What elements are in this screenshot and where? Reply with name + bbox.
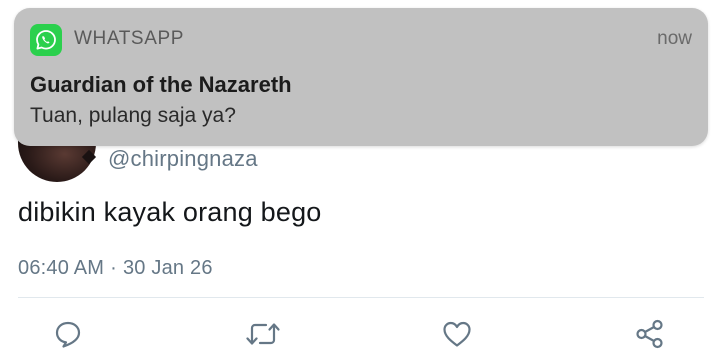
divider: [18, 297, 704, 298]
whatsapp-icon: [30, 24, 62, 56]
user-handle[interactable]: @chirpingnaza: [108, 146, 258, 172]
reply-icon: [53, 319, 83, 349]
retweet-icon: [245, 319, 281, 349]
tweet-date: 30 Jan 26: [122, 257, 213, 279]
share-button[interactable]: [630, 317, 670, 351]
tweet-time: 06:40 AM: [18, 257, 105, 279]
like-icon: [441, 319, 473, 349]
tweet-meta: 06:40 AM · 30 Jan 26: [18, 257, 213, 280]
like-button[interactable]: [437, 317, 477, 351]
share-icon: [634, 318, 666, 350]
reply-button[interactable]: [48, 317, 88, 351]
notification-time: now: [657, 28, 692, 49]
meta-separator: ·: [110, 257, 117, 279]
tweet-text: dibikin kayak orang bego: [18, 197, 322, 227]
notification-body: Tuan, pulang saja ya?: [30, 104, 236, 127]
notification-title: Guardian of the Nazareth: [30, 72, 292, 97]
notification-banner[interactable]: WHATSAPP now Guardian of the Nazareth Tu…: [14, 8, 708, 146]
notification-app-name: WHATSAPP: [74, 28, 185, 49]
retweet-button[interactable]: [243, 317, 283, 351]
